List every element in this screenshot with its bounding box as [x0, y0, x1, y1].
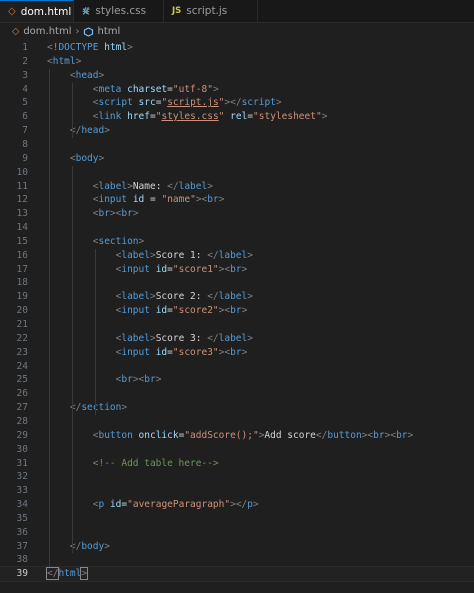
editor-tab-bar: ◇ dom.html × # styles.css JS script.js [0, 0, 474, 23]
code-line[interactable]: 38 [0, 553, 474, 567]
line-number: 22 [16, 332, 28, 344]
code-text: <head> [69, 69, 105, 81]
line-number: 3 [22, 69, 28, 81]
code-text: <section> [92, 235, 145, 247]
indent-guide [94, 248, 96, 415]
code-line[interactable]: 9 <body> [0, 152, 474, 166]
code-editor[interactable]: 1 <!DOCTYPE html> 2 <html> 3 <head> 4 <meta cha… [0, 41, 474, 593]
indent-guide [71, 165, 73, 554]
code-text: <label>Score 2: </label> [115, 291, 253, 303]
line-number: 32 [16, 471, 28, 483]
tab-label: styles.css [95, 5, 147, 17]
code-text: <br><br> [92, 208, 139, 220]
line-number: 17 [16, 263, 28, 275]
line-number: 31 [16, 457, 28, 469]
code-text: <label>Score 1: </label> [115, 249, 253, 261]
line-number: 18 [16, 277, 28, 289]
code-text: <input id="score3"><br> [115, 346, 248, 358]
line-number: 29 [16, 429, 28, 441]
code-text: <!DOCTYPE html> [47, 42, 133, 53]
line-number: 38 [16, 554, 28, 566]
breadcrumb-separator: › [75, 26, 80, 37]
line-number: 11 [16, 180, 28, 192]
breadcrumb: ◇ dom.html › html [0, 23, 474, 40]
line-number: 27 [16, 402, 28, 414]
line-number: 2 [22, 55, 28, 67]
code-text: <html> [47, 55, 82, 67]
line-number: 33 [16, 485, 28, 497]
line-number: 39 [16, 568, 28, 580]
indent-guide [49, 68, 50, 568]
line-number: 8 [22, 138, 28, 150]
line-number: 36 [16, 526, 28, 538]
line-number: 13 [16, 208, 28, 220]
css-file-icon: # [82, 5, 91, 17]
code-line[interactable]: 8 [0, 138, 474, 152]
code-text: </html> [45, 567, 89, 581]
line-number: 15 [16, 235, 28, 247]
tab-dom-html[interactable]: ◇ dom.html × [0, 0, 91, 22]
line-number: 24 [16, 360, 28, 372]
element-icon [84, 26, 94, 37]
text-cursor [87, 567, 89, 580]
code-text: <body> [69, 152, 105, 164]
line-number: 30 [16, 443, 28, 455]
line-number: 25 [16, 374, 28, 386]
code-text: <link href="styles.css" rel="stylesheet"… [92, 111, 328, 123]
line-number: 28 [16, 415, 28, 427]
line-number: 16 [16, 249, 28, 261]
code-text: <button onclick="addScore();">Add score<… [92, 429, 414, 441]
line-number: 20 [16, 305, 28, 317]
tab-label: dom.html [20, 5, 72, 18]
js-file-icon: JS [172, 6, 182, 16]
line-number: 7 [22, 125, 28, 137]
line-number: 5 [22, 97, 28, 109]
line-number: 23 [16, 346, 28, 358]
code-text: <input id="score2"><br> [115, 305, 248, 317]
tab-label: script.js [186, 5, 228, 17]
breadcrumb-file[interactable]: dom.html [23, 26, 71, 37]
line-number: 14 [16, 222, 28, 234]
html-file-icon: ◇ [8, 6, 16, 17]
line-number: 19 [16, 291, 28, 303]
line-number: 6 [22, 111, 28, 123]
line-number: 34 [16, 499, 28, 511]
code-text: </head> [69, 125, 110, 137]
code-line[interactable]: 39 </html> [0, 566, 474, 583]
line-number: 35 [16, 512, 28, 524]
code-text: <label>Score 3: </label> [115, 332, 253, 344]
code-text: </section> [69, 402, 128, 414]
indent-guide [71, 82, 73, 138]
code-text: <label>Name: </label> [92, 180, 213, 192]
tab-script-js[interactable]: JS script.js [164, 0, 258, 22]
html-file-icon: ◇ [12, 26, 20, 37]
code-text: <script src="script.js"></script> [92, 97, 282, 109]
breadcrumb-element[interactable]: html [97, 26, 120, 37]
code-text: <meta charset="utf-8"> [92, 83, 219, 95]
code-text: </body> [69, 540, 110, 552]
line-number: 4 [22, 83, 28, 95]
line-number: 21 [16, 319, 28, 330]
code-text: <br><br> [115, 374, 162, 386]
code-text: <!-- Add table here--> [92, 457, 219, 469]
line-number: 12 [16, 194, 28, 206]
line-number: 37 [16, 540, 28, 552]
code-line[interactable]: 2 <html> [0, 55, 474, 69]
code-text: <input id = "name"><br> [92, 194, 225, 206]
line-number: 26 [16, 388, 28, 400]
code-line[interactable]: 1 <!DOCTYPE html> [0, 41, 474, 55]
code-text: <input id="score1"><br> [115, 263, 248, 275]
code-line[interactable]: 3 <head> [0, 69, 474, 83]
code-text: <p id="averageParagraph"></p> [92, 499, 259, 511]
line-number: 10 [16, 166, 28, 178]
tab-styles-css[interactable]: # styles.css [74, 0, 164, 22]
line-number: 9 [22, 152, 28, 164]
line-number: 1 [22, 42, 28, 53]
